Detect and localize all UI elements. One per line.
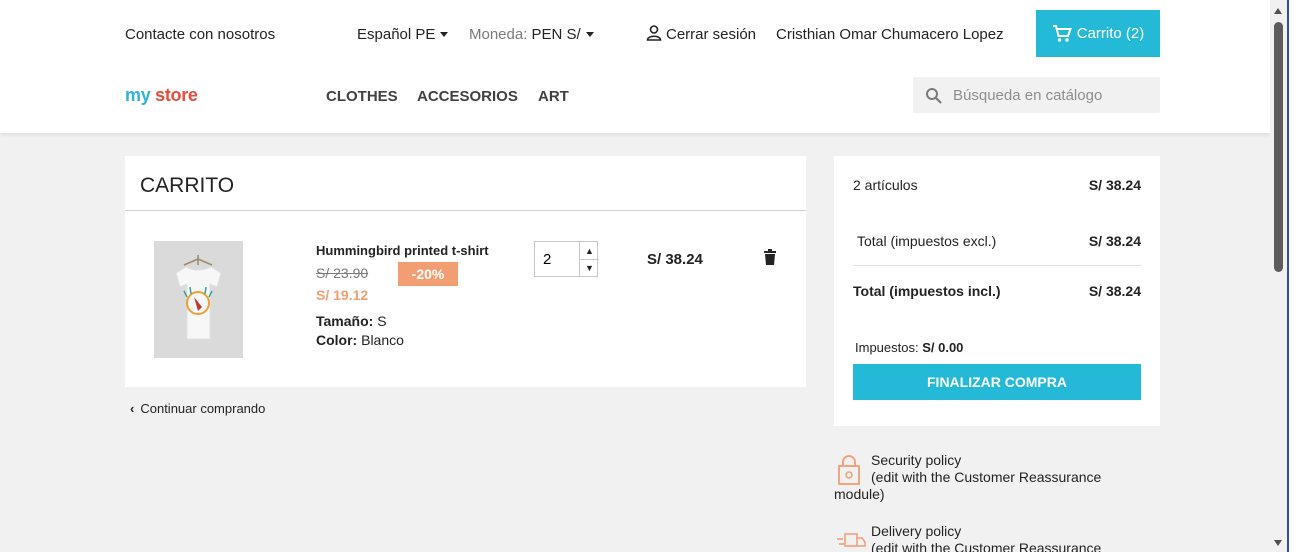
cart-button[interactable]: Carrito (2) xyxy=(1036,10,1160,57)
quantity-input[interactable] xyxy=(535,242,577,276)
checkout-button[interactable]: FINALIZAR COMPRA xyxy=(853,364,1141,400)
color-label: Color: xyxy=(316,332,358,348)
tax-label: Impuestos: xyxy=(855,340,919,355)
user-account-link[interactable]: Cristhian Omar Chumacero Lopez xyxy=(776,26,1004,43)
reassurance-security-text: (edit with the Customer Reassurance xyxy=(871,469,1102,485)
chevron-left-icon: ‹ xyxy=(130,401,135,416)
total-excl-label: Total (impuestos excl.) xyxy=(857,233,997,249)
vertical-scrollbar[interactable] xyxy=(1270,0,1287,552)
cart-button-label: Carrito (2) xyxy=(1076,25,1145,42)
size-label: Tamaño: xyxy=(316,313,374,329)
nav-item-art[interactable]: ART xyxy=(538,88,569,105)
currency-label: Moneda: xyxy=(469,26,528,43)
total-incl-value: S/ 38.24 xyxy=(1088,283,1141,299)
color-value: Blanco xyxy=(361,332,404,348)
main-header: my store CLOTHES ACCESORIOS ART Búsqueda… xyxy=(0,57,1270,133)
cart-summary: 2 artículos S/ 38.24 Total (impuestos ex… xyxy=(834,156,1160,426)
trash-icon[interactable] xyxy=(764,249,776,270)
reassurance-delivery-title: Delivery policy xyxy=(871,523,962,539)
logo-part-my: my xyxy=(125,85,151,105)
scroll-up-icon[interactable] xyxy=(1274,8,1282,14)
continue-shopping-link[interactable]: ‹ Continuar comprando xyxy=(130,401,265,416)
store-logo[interactable]: my store xyxy=(125,85,198,106)
quantity-stepper: ▲ ▼ xyxy=(534,241,599,277)
tax-value: S/ 0.00 xyxy=(922,340,964,355)
user-icon xyxy=(645,24,663,46)
truck-icon xyxy=(837,531,867,552)
chevron-down-icon xyxy=(585,31,594,37)
logo-part-store: store xyxy=(155,85,198,105)
scroll-down-icon[interactable] xyxy=(1274,540,1282,546)
scrollbar-thumb[interactable] xyxy=(1274,22,1283,272)
size-value: S xyxy=(377,313,387,329)
search-input[interactable]: Búsqueda en catálogo xyxy=(913,77,1160,113)
contact-link[interactable]: Contacte con nosotros xyxy=(125,26,275,43)
reassurance-security-text-end: module) xyxy=(834,486,885,502)
reassurance-delivery: Delivery policy (edit with the Customer … xyxy=(834,521,1154,552)
reassurance-security-title: Security policy xyxy=(871,452,962,468)
quantity-decrease-button[interactable]: ▼ xyxy=(579,259,599,276)
currency-value: PEN S/ xyxy=(531,26,581,43)
product-regular-price: S/ 23.90 xyxy=(316,265,369,281)
product-name-link[interactable]: Hummingbird printed t-shirt xyxy=(316,243,489,258)
product-image[interactable] xyxy=(154,241,243,358)
product-size: Tamaño: S xyxy=(316,313,387,329)
total-excl-value: S/ 38.24 xyxy=(1088,233,1141,249)
total-incl-label: Total (impuestos incl.) xyxy=(853,283,1001,299)
nav-item-accesorios[interactable]: ACCESORIOS xyxy=(417,88,518,105)
discount-badge: -20% xyxy=(398,262,458,286)
tax-row: Impuestos: S/ 0.00 xyxy=(855,340,963,355)
cart-title: CARRITO xyxy=(140,174,235,197)
summary-divider xyxy=(853,265,1141,266)
chevron-up-icon: ▲ xyxy=(585,245,594,256)
language-value: Español PE xyxy=(357,26,436,43)
chevron-down-icon: ▼ xyxy=(585,262,594,273)
page: Contacte con nosotros Español PE Moneda:… xyxy=(0,0,1306,552)
cart-panel: CARRITO Hummingbird printed t-shirt S/ 2… xyxy=(125,156,806,387)
language-selector[interactable]: Español PE xyxy=(357,26,449,43)
items-count-label: 2 artículos xyxy=(853,177,918,193)
top-bar: Contacte con nosotros Español PE Moneda:… xyxy=(0,0,1270,58)
cart-icon xyxy=(1052,24,1072,42)
lock-icon xyxy=(837,454,861,490)
search-icon xyxy=(926,88,942,104)
nav-item-clothes[interactable]: CLOTHES xyxy=(326,88,398,105)
product-price: S/ 19.12 xyxy=(316,287,369,303)
logout-link[interactable]: Cerrar sesión xyxy=(666,26,756,43)
product-color: Color: Blanco xyxy=(316,332,404,348)
quantity-increase-button[interactable]: ▲ xyxy=(579,242,599,260)
chevron-down-icon xyxy=(440,31,449,37)
line-total: S/ 38.24 xyxy=(647,251,703,268)
reassurance-security: Security policy (edit with the Customer … xyxy=(834,450,1154,510)
currency-selector[interactable]: Moneda: PEN S/ xyxy=(469,26,594,43)
continue-shopping-label: Continuar comprando xyxy=(140,401,266,416)
items-subtotal: S/ 38.24 xyxy=(1088,177,1141,193)
reassurance-delivery-text: (edit with the Customer Reassurance xyxy=(871,540,1102,552)
cart-divider xyxy=(125,210,806,211)
window-edge xyxy=(1287,0,1306,552)
search-placeholder: Búsqueda en catálogo xyxy=(953,87,1103,104)
